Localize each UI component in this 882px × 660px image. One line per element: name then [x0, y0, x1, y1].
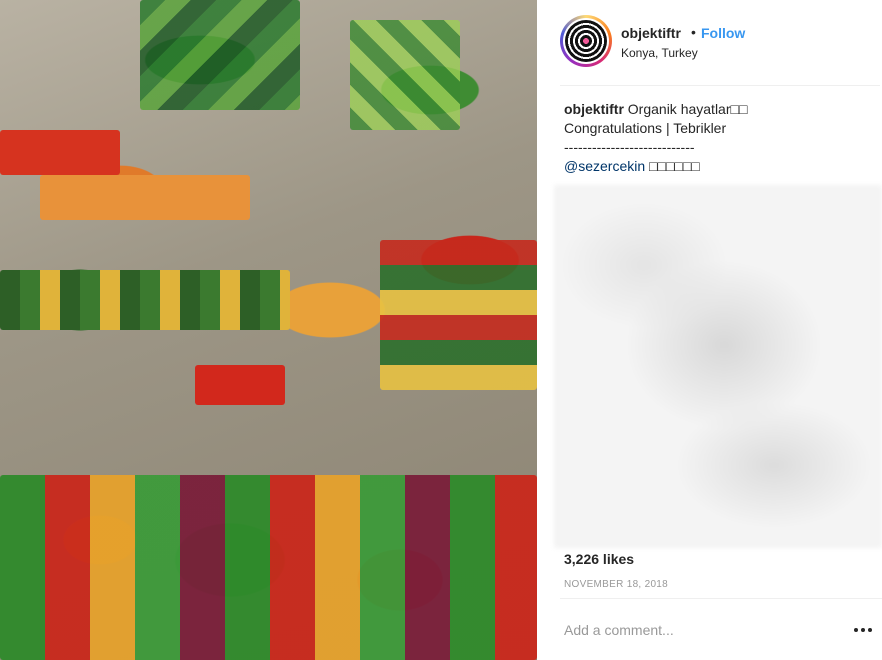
likes-count[interactable]: 3,226 likes — [564, 551, 634, 567]
post-date[interactable]: NOVEMBER 18, 2018 — [564, 579, 668, 590]
produce-stall — [0, 475, 537, 660]
produce-stall — [350, 20, 460, 130]
post-header: objektiftr • Follow Konya, Turkey — [537, 0, 882, 86]
caption-line-3: ---------------------------- — [564, 139, 695, 155]
location-link[interactable]: Konya, Turkey — [621, 46, 698, 60]
separator-dot: • — [691, 24, 696, 40]
produce-stall — [140, 0, 300, 110]
caption-text: Organik hayatlar□□ — [627, 101, 748, 117]
post-side-panel: objektiftr • Follow Konya, Turkey objekt… — [537, 0, 882, 660]
story-ring[interactable] — [560, 15, 612, 67]
blurred-comments-area — [554, 185, 882, 548]
caption-line-4: @sezercekin □□□□□□ — [564, 157, 864, 176]
post-caption: objektiftr Organik hayatlar□□ Congratula… — [564, 100, 864, 176]
produce-stall — [0, 270, 290, 330]
more-options-icon[interactable] — [852, 621, 874, 639]
header-username[interactable]: objektiftr — [621, 25, 681, 41]
produce-stall — [40, 175, 250, 220]
produce-stall — [195, 365, 285, 405]
profile-avatar[interactable] — [565, 20, 607, 62]
caption-line-1: objektiftr Organik hayatlar□□ — [564, 100, 864, 119]
post-photo[interactable] — [0, 0, 537, 660]
caption-username[interactable]: objektiftr — [564, 101, 624, 117]
comment-input[interactable] — [564, 619, 834, 641]
mention-link[interactable]: @sezercekin — [564, 158, 645, 174]
produce-stall — [0, 130, 120, 175]
follow-button[interactable]: Follow — [701, 25, 745, 41]
header-divider — [560, 85, 880, 86]
comment-box — [560, 598, 882, 660]
caption-line-2: Congratulations | Tebrikler — [564, 120, 727, 136]
mention-suffix: □□□□□□ — [649, 158, 700, 174]
produce-stall — [380, 240, 537, 390]
